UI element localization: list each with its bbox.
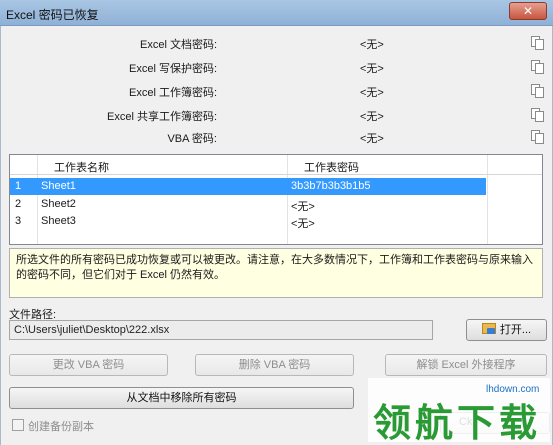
table-row[interactable]: 3 Sheet3 <无>: [10, 213, 542, 230]
copy-icon[interactable]: [530, 35, 546, 51]
title-bar: Excel 密码已恢复 ✕: [0, 0, 553, 26]
table-row[interactable]: 2 Sheet2 <无>: [10, 196, 542, 213]
folder-open-icon: [481, 323, 496, 334]
row-number: 1: [15, 180, 22, 192]
backup-checkbox[interactable]: [12, 419, 24, 431]
watermark-url: lhdown.com: [486, 384, 540, 395]
password-row-write-protect: Excel 写保护密码: <无>: [0, 58, 553, 76]
password-value: <无>: [360, 133, 384, 145]
sheet-name: Sheet3: [41, 215, 76, 227]
column-header-sheet-password[interactable]: 工作表密码: [304, 159, 359, 175]
watermark-logo: 领航下载: [373, 401, 542, 445]
password-row-workbook: Excel 工作簿密码: <无>: [0, 82, 553, 100]
copy-icon[interactable]: [530, 129, 546, 145]
sheet-password: <无>: [291, 218, 315, 230]
worksheet-table[interactable]: 工作表名称 工作表密码 1 Sheet1 3b3b7b3b3b1b5 2 She…: [9, 154, 543, 245]
password-label: Excel 写保护密码:: [128, 63, 217, 75]
password-value: <无>: [360, 111, 384, 123]
info-message: 所选文件的所有密码已成功恢复或可以被更改。请注意，在大多数情况下，工作簿和工作表…: [9, 248, 543, 298]
copy-icon[interactable]: [530, 83, 546, 99]
window-title: Excel 密码已恢复: [6, 8, 99, 22]
row-number: 3: [15, 215, 22, 227]
table-header: 工作表名称 工作表密码: [10, 155, 542, 175]
password-label: Excel 共享工作簿密码:: [106, 111, 217, 123]
unlock-excel-addin-button[interactable]: 解锁 Excel 外接程序: [385, 354, 547, 376]
close-button[interactable]: ✕: [509, 2, 547, 20]
password-label: Excel 文档密码:: [139, 39, 217, 51]
remove-vba-password-button[interactable]: 删除 VBA 密码: [195, 354, 354, 376]
table-row[interactable]: 1 Sheet1 3b3b7b3b3b1b5: [10, 178, 486, 195]
backup-label: 创建备份副本: [28, 421, 94, 433]
password-value: <无>: [360, 63, 384, 75]
copy-icon[interactable]: [530, 59, 546, 75]
sheet-name: Sheet1: [41, 180, 76, 192]
open-button[interactable]: 打开...: [466, 319, 547, 341]
password-row-shared-workbook: Excel 共享工作簿密码: <无>: [0, 106, 553, 124]
password-value: <无>: [360, 87, 384, 99]
password-row-vba: VBA 密码: <无>: [0, 128, 553, 146]
password-value: <无>: [360, 39, 384, 51]
password-label: VBA 密码:: [167, 133, 217, 145]
column-header-sheet-name[interactable]: 工作表名称: [54, 159, 109, 175]
row-number: 2: [15, 198, 22, 210]
file-path-field[interactable]: C:\Users\juliet\Desktop\222.xlsx: [9, 320, 433, 340]
password-label: Excel 工作簿密码:: [128, 87, 217, 99]
change-vba-password-button[interactable]: 更改 VBA 密码: [9, 354, 168, 376]
copy-icon[interactable]: [530, 107, 546, 123]
sheet-password: <无>: [291, 201, 315, 213]
sheet-name: Sheet2: [41, 198, 76, 210]
remove-all-passwords-button[interactable]: 从文档中移除所有密码: [9, 387, 354, 409]
password-row-document: Excel 文档密码: <无>: [0, 34, 553, 52]
sheet-password: 3b3b7b3b3b1b5: [291, 180, 371, 192]
open-button-label: 打开...: [499, 324, 532, 336]
